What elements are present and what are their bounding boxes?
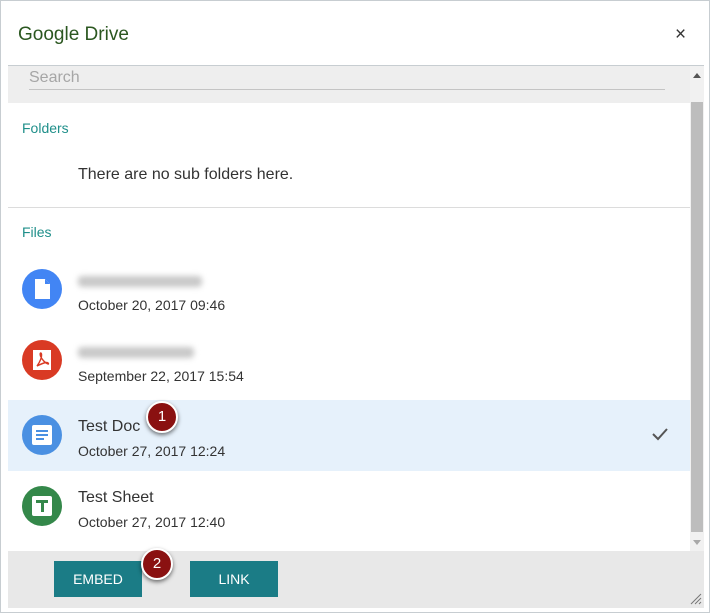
file-name: Test Sheet (78, 489, 154, 506)
dialog-header: Google Drive × (1, 1, 709, 65)
file-row[interactable]: September 22, 2017 15:54 (8, 325, 690, 396)
scroll-up-icon[interactable] (693, 73, 701, 78)
doc-file-icon (22, 269, 62, 309)
scrollbar-thumb[interactable] (691, 102, 703, 532)
pdf-icon (22, 340, 62, 380)
file-browser-panel: Folders There are no sub folders here. F… (8, 65, 704, 551)
dialog-title: Google Drive (18, 24, 129, 45)
google-drive-dialog: Google Drive × Folders There are no sub … (0, 0, 710, 613)
resize-handle-icon[interactable] (688, 591, 702, 610)
google-docs-icon (22, 415, 62, 455)
step-callout-2: 2 (141, 548, 173, 580)
search-bar (8, 66, 690, 103)
folders-heading: Folders (22, 120, 69, 136)
embed-button[interactable]: EMBED (54, 561, 142, 597)
file-name: Test Doc (78, 418, 141, 435)
file-name-redacted (78, 347, 194, 358)
file-row[interactable]: October 20, 2017 09:46 (8, 254, 690, 325)
file-date: September 22, 2017 15:54 (78, 368, 244, 384)
file-name-redacted (78, 276, 202, 287)
close-icon[interactable]: × (675, 25, 686, 45)
step-callout-1: 1 (146, 401, 178, 433)
search-input[interactable] (29, 66, 665, 90)
checkmark-icon (650, 424, 670, 449)
dialog-footer: EMBED LINK (8, 551, 704, 608)
folders-empty-message: There are no sub folders here. (78, 166, 294, 183)
section-divider (8, 207, 690, 208)
file-date: October 27, 2017 12:24 (78, 443, 226, 459)
file-date: October 27, 2017 12:40 (78, 514, 226, 530)
file-row-selected[interactable]: Test Doc October 27, 2017 12:24 (8, 400, 690, 471)
link-button[interactable]: LINK (190, 561, 278, 597)
file-date: October 20, 2017 09:46 (78, 297, 226, 313)
scroll-down-icon[interactable] (693, 540, 701, 545)
file-row[interactable]: Test Sheet October 27, 2017 12:40 (8, 471, 690, 542)
files-heading: Files (22, 224, 52, 240)
vertical-scrollbar[interactable] (690, 66, 704, 551)
google-sheets-icon (22, 486, 62, 526)
